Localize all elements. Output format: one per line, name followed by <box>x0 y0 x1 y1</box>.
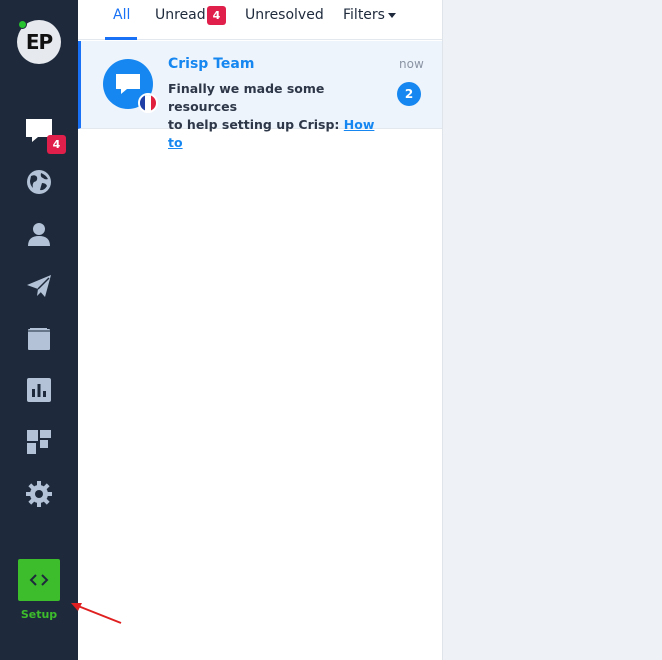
online-status-indicator <box>18 20 27 29</box>
setup-button[interactable] <box>18 559 60 601</box>
conversation-name: Crisp Team <box>168 56 255 72</box>
preview-line-1: Finally we made some resources <box>168 81 325 114</box>
conversation-unread-count: 2 <box>397 82 421 106</box>
sidebar: EP 4 Setup <box>0 0 78 660</box>
user-icon[interactable] <box>25 220 53 248</box>
filters-dropdown[interactable]: Filters <box>343 7 385 23</box>
chart-icon[interactable] <box>25 376 53 404</box>
code-icon <box>29 574 49 586</box>
unread-badge: 4 <box>47 135 66 154</box>
tab-unread[interactable]: Unread <box>155 7 206 23</box>
chevron-down-icon <box>388 13 396 18</box>
globe-icon[interactable] <box>25 168 53 196</box>
conversation-preview: Finally we made some resources to help s… <box>168 80 383 152</box>
active-tab-indicator <box>105 37 137 40</box>
tab-all[interactable]: All <box>113 7 130 23</box>
send-icon[interactable] <box>25 272 53 300</box>
chat-bubble-icon <box>116 74 140 94</box>
gear-icon[interactable] <box>25 480 53 508</box>
setup-label: Setup <box>20 608 58 621</box>
preview-line-2: to help setting up Crisp: <box>168 117 340 132</box>
book-icon[interactable] <box>25 324 53 352</box>
tab-unresolved[interactable]: Unresolved <box>245 7 324 23</box>
conversation-time: now <box>399 57 424 71</box>
france-flag-icon <box>138 93 158 113</box>
unread-tab-badge: 4 <box>207 6 226 25</box>
inbox-filter-tabs: All Unread 4 Unresolved Filters <box>78 0 442 40</box>
plugins-icon[interactable] <box>25 428 53 456</box>
conversation-list-panel: All Unread 4 Unresolved Filters Crisp Te… <box>78 0 443 660</box>
conversation-item[interactable]: Crisp Team now Finally we made some reso… <box>78 41 442 150</box>
website-logo-text: EP <box>25 30 53 54</box>
